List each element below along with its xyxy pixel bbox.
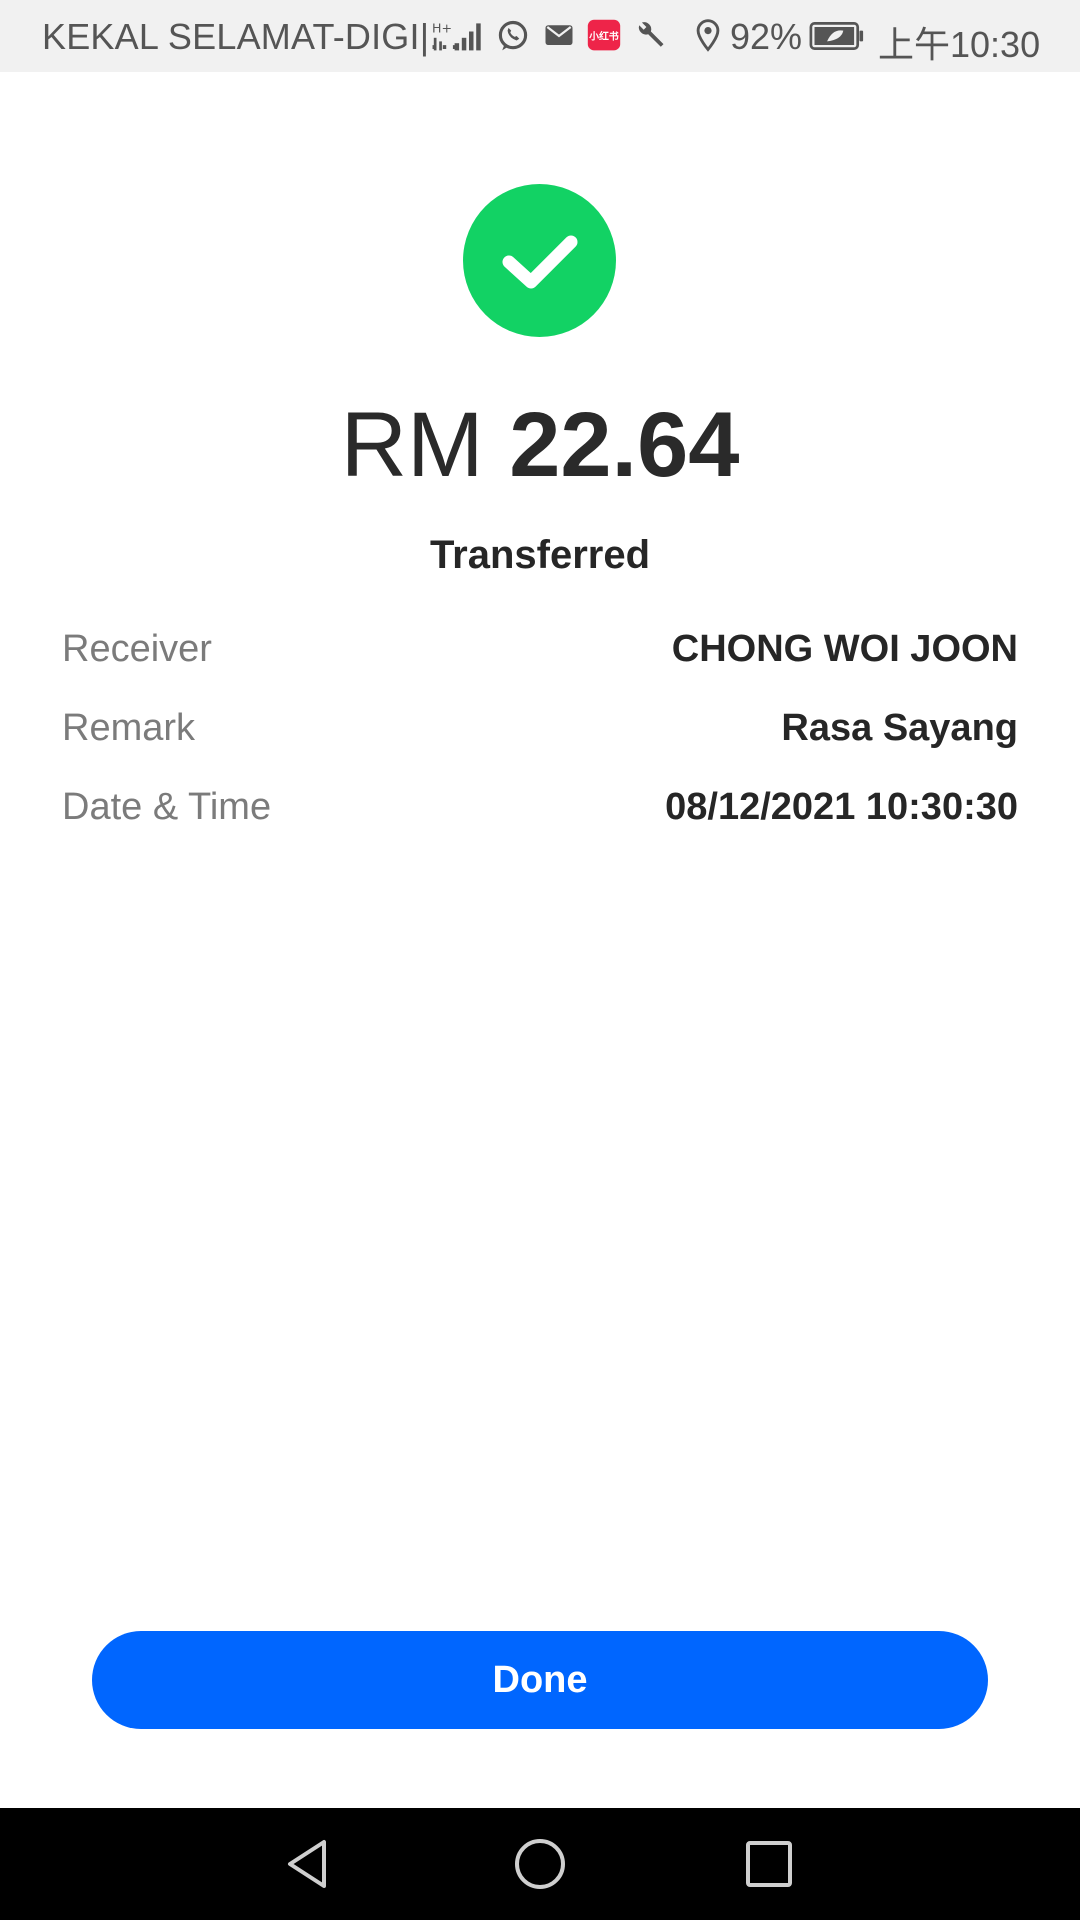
- currency-label: RM: [340, 394, 484, 496]
- detail-label: Remark: [62, 707, 196, 749]
- battery-icon: [809, 22, 864, 50]
- xiaohongshu-icon: 小红书: [587, 19, 621, 51]
- detail-row-receiver: Receiver CHONG WOI JOON: [62, 628, 1018, 678]
- recents-icon[interactable]: [739, 1834, 799, 1894]
- signal-icon: [454, 23, 481, 51]
- network-h-plus-icon: H+: [432, 20, 452, 51]
- transfer-status: Transferred: [429, 533, 651, 577]
- back-icon[interactable]: [280, 1834, 340, 1894]
- mail-icon: [545, 25, 573, 45]
- navigation-bar: [0, 1808, 1080, 1920]
- status-bar: KEKAL SELAMAT-DIGI|... H+ 小红书 92% 上午10:3…: [0, 0, 1080, 72]
- clock: 上午10:30: [878, 24, 1041, 65]
- whatsapp-icon: [498, 20, 528, 51]
- detail-label: Date & Time: [62, 786, 272, 828]
- transfer-amount: RM 22.64: [0, 395, 1080, 495]
- detail-value: 08/12/2021 10:30:30: [665, 786, 1018, 828]
- success-check-icon: [463, 184, 616, 337]
- detail-value: CHONG WOI JOON: [671, 628, 1018, 670]
- detail-label: Receiver: [62, 628, 212, 670]
- detail-row-date-time: Date & Time 08/12/2021 10:30:30: [62, 786, 1018, 836]
- svg-text:H+: H+: [432, 20, 452, 35]
- xiaohongshu-icon-text: 小红书: [588, 30, 619, 43]
- location-icon: [696, 19, 720, 52]
- detail-value: Rasa Sayang: [781, 707, 1018, 749]
- done-button[interactable]: Done: [92, 1631, 988, 1729]
- home-icon[interactable]: [510, 1834, 570, 1894]
- detail-row-remark: Remark Rasa Sayang: [62, 707, 1018, 757]
- carrier-name: KEKAL SELAMAT-DIGI|...: [42, 16, 460, 57]
- amount-value: 22.64: [509, 394, 740, 496]
- battery-percent: 92%: [730, 16, 803, 57]
- wrench-icon: [638, 22, 664, 47]
